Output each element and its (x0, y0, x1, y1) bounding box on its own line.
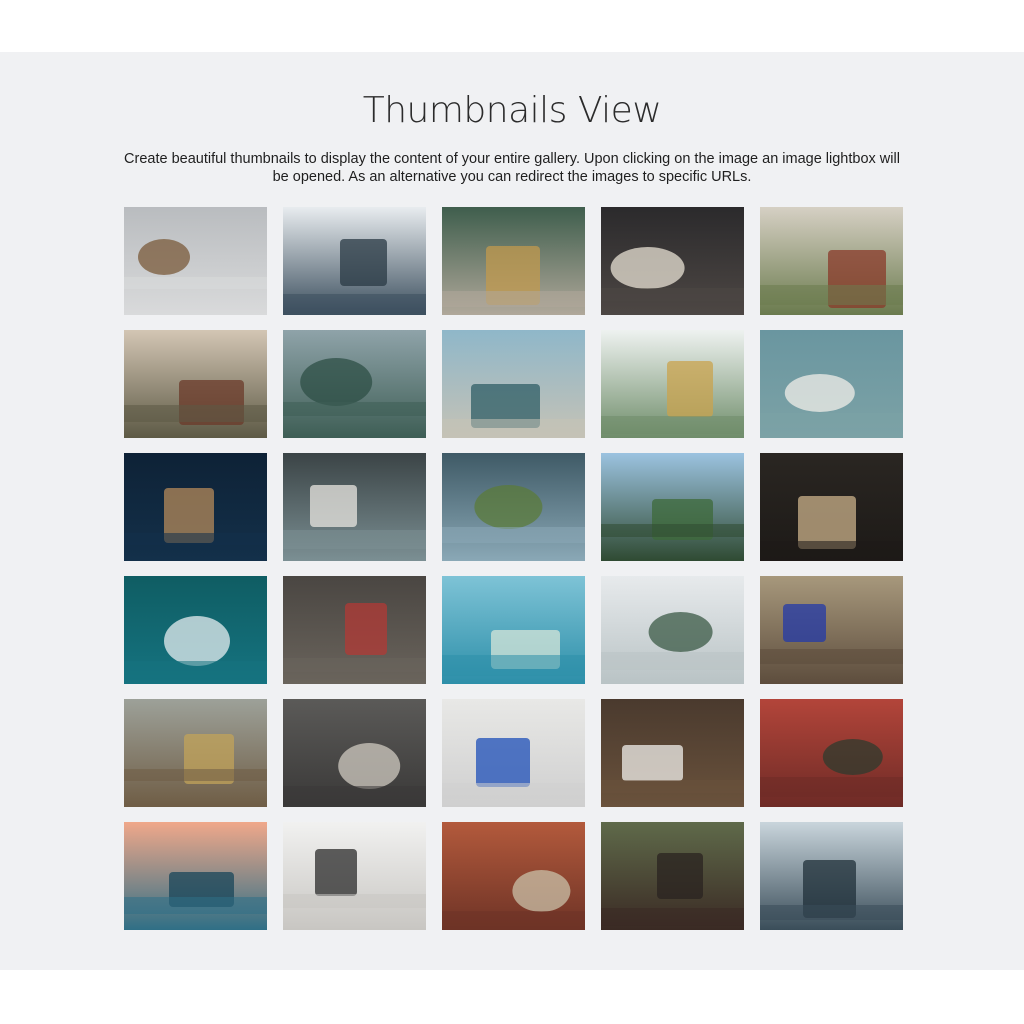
thumb-red-storefront[interactable] (760, 699, 903, 807)
thumb-coastal-cliff-image (283, 330, 426, 438)
thumb-surfer-shore-image (601, 576, 744, 684)
thumb-bicycle-workshop[interactable] (283, 453, 426, 561)
thumb-forest-cars[interactable] (601, 453, 744, 561)
thumb-clock-door-image (601, 207, 744, 315)
thumb-pots-shelf-image (124, 699, 267, 807)
thumb-coastal-cliff[interactable] (283, 330, 426, 438)
thumb-coffee-cup[interactable] (601, 699, 744, 807)
thumb-chained-door[interactable] (283, 699, 426, 807)
thumb-wooden-cabin-image (283, 576, 426, 684)
thumb-palm-leaf-image (442, 576, 585, 684)
thumb-boat-ocean-image (124, 453, 267, 561)
thumb-blue-door-image (442, 699, 585, 807)
thumb-big-sign-image (283, 822, 426, 930)
thumb-vintage-truck[interactable] (442, 330, 585, 438)
thumb-boats-turquoise-image (124, 576, 267, 684)
page-description: Create beautiful thumbnails to display t… (124, 151, 900, 185)
thumb-blue-bicycle-image (760, 576, 903, 684)
thumb-surfer-shore[interactable] (601, 576, 744, 684)
thumb-misty-forest-image (283, 207, 426, 315)
thumb-clothing-rack-image (442, 822, 585, 930)
thumb-pineapple-beach[interactable] (601, 330, 744, 438)
thumb-red-storefront-image (760, 699, 903, 807)
thumb-bus-interior-image (442, 453, 585, 561)
thumb-bus-interior[interactable] (442, 453, 585, 561)
thumb-house-window-image (124, 330, 267, 438)
thumb-blue-bicycle[interactable] (760, 576, 903, 684)
thumb-palm-leaf[interactable] (442, 576, 585, 684)
thumb-bicycle-wall[interactable] (760, 330, 903, 438)
thumb-coffee-crate[interactable] (760, 207, 903, 315)
thumb-pineapple-beach-image (601, 330, 744, 438)
thumb-knife-axe[interactable] (760, 453, 903, 561)
thumb-mountain-biker[interactable] (124, 207, 267, 315)
thumb-coffee-cup-image (601, 699, 744, 807)
thumb-misty-forest[interactable] (283, 207, 426, 315)
thumb-coffee-crate-image (760, 207, 903, 315)
thumb-forest-cars-image (601, 453, 744, 561)
thumb-blue-door[interactable] (442, 699, 585, 807)
thumb-foggy-pines[interactable] (760, 822, 903, 930)
thumb-bicycle-workshop-image (283, 453, 426, 561)
thumb-knife-axe-image (760, 453, 903, 561)
thumb-wooden-cabin[interactable] (283, 576, 426, 684)
thumb-boat-ocean[interactable] (124, 453, 267, 561)
thumbnail-grid (124, 207, 903, 930)
page-title: Thumbnails View (362, 90, 662, 131)
thumb-boats-turquoise[interactable] (124, 576, 267, 684)
thumb-pier-sunset[interactable] (124, 822, 267, 930)
thumb-chained-door-image (283, 699, 426, 807)
thumb-bicycle-storefront-image (442, 207, 585, 315)
thumb-vintage-truck-image (442, 330, 585, 438)
thumb-pier-sunset-image (124, 822, 267, 930)
thumb-kettle-stove-image (601, 822, 744, 930)
thumb-big-sign[interactable] (283, 822, 426, 930)
thumb-clock-door[interactable] (601, 207, 744, 315)
thumb-kettle-stove[interactable] (601, 822, 744, 930)
thumb-bicycle-wall-image (760, 330, 903, 438)
thumb-pots-shelf[interactable] (124, 699, 267, 807)
thumb-mountain-biker-image (124, 207, 267, 315)
thumb-clothing-rack[interactable] (442, 822, 585, 930)
thumb-bicycle-storefront[interactable] (442, 207, 585, 315)
thumb-foggy-pines-image (760, 822, 903, 930)
thumb-house-window[interactable] (124, 330, 267, 438)
